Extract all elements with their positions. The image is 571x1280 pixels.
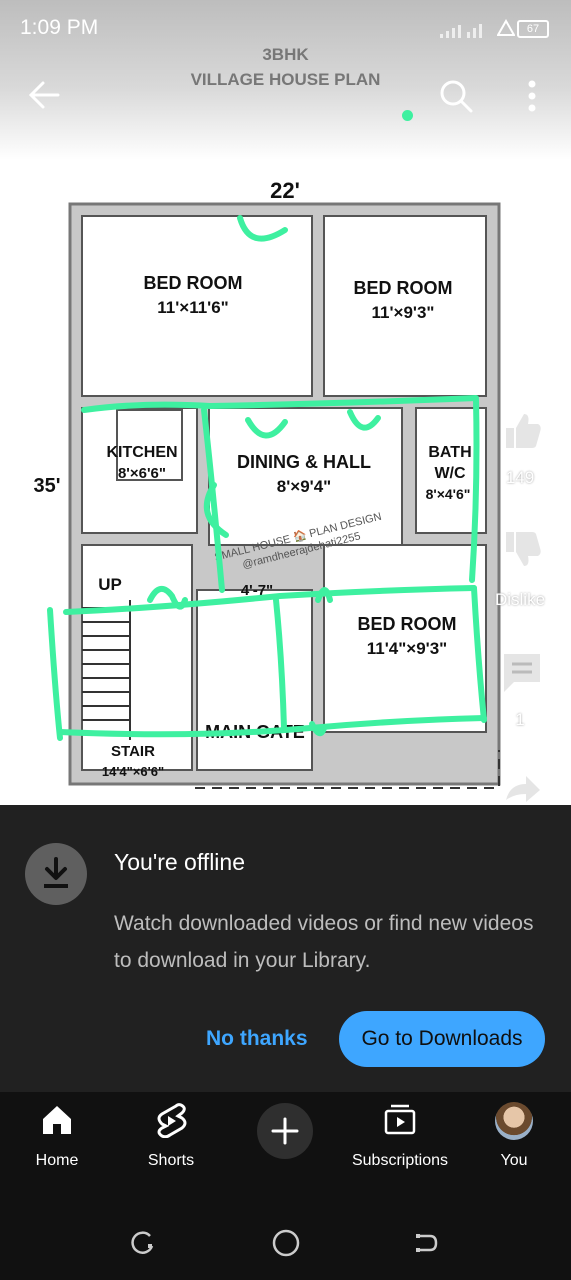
room-size: 11'4"×9'3" [367,639,447,658]
room-name: BED ROOM [358,614,457,634]
download-icon [25,843,87,905]
plan-depth-label: 35' [33,475,60,497]
back-arrow-icon[interactable] [28,80,62,110]
dislike-label: Dislike [494,590,546,609]
home-icon [43,1106,71,1134]
room-size: 11'×11'6" [157,298,228,317]
signal-icon [440,24,482,38]
status-bar: 1:09 PM 67 [0,0,571,60]
nav-label: Home [35,1152,79,1169]
home-circle-icon[interactable] [271,1228,301,1258]
room-name: STAIR [111,743,155,760]
no-thanks-button[interactable]: No thanks [206,1027,308,1051]
share-icon[interactable] [502,772,542,802]
room-name: BATH [428,444,471,461]
bottom-nav: Home Shorts Subscriptions You [0,1092,571,1280]
status-time: 1:09 PM [20,16,99,39]
plan-title-line2: VILLAGE HOUSE PLAN [190,70,381,89]
search-icon[interactable] [438,78,474,114]
room-size: 8'×4'6" [426,486,471,502]
subscriptions-icon [384,1104,416,1135]
room-name: BED ROOM [354,278,453,298]
room-name-2: W/C [434,465,466,482]
battery-icon: 67 [517,20,549,38]
recent-apps-icon[interactable] [130,1230,156,1256]
room-size: 8'×9'4" [277,477,331,496]
avatar [495,1102,533,1140]
room-size: 14'4"×6'6" [102,764,164,779]
more-options-icon[interactable] [525,78,539,114]
comments-icon[interactable] [500,650,544,694]
go-to-downloads-button[interactable]: Go to Downloads [339,1011,545,1067]
shorts-icon [157,1103,187,1138]
room-size: 8'×6'6" [118,465,166,482]
nav-label: Shorts [147,1152,195,1169]
marker-dot [402,110,413,121]
room-size: 11'×9'3" [372,303,435,322]
back-icon[interactable] [414,1230,440,1256]
like-count: 149 [505,468,535,487]
plan-width-label: 22' [270,178,300,203]
room-name: BED ROOM [144,273,243,293]
dislike-icon[interactable] [500,528,544,572]
create-icon [257,1103,313,1159]
room-name: KITCHEN [106,444,177,461]
alert-icon [497,19,515,36]
room-name: DINING & HALL [237,452,371,472]
up-label: UP [98,575,122,594]
offline-sheet: You're offline Watch downloaded videos o… [0,805,571,1095]
offline-title: You're offline [114,849,246,875]
nav-label: Subscriptions [351,1152,449,1169]
nav-label: You [500,1152,528,1169]
comment-count: 1 [515,710,525,729]
offline-message: Watch downloaded videos or find new vide… [114,912,534,972]
like-icon[interactable] [500,408,544,452]
